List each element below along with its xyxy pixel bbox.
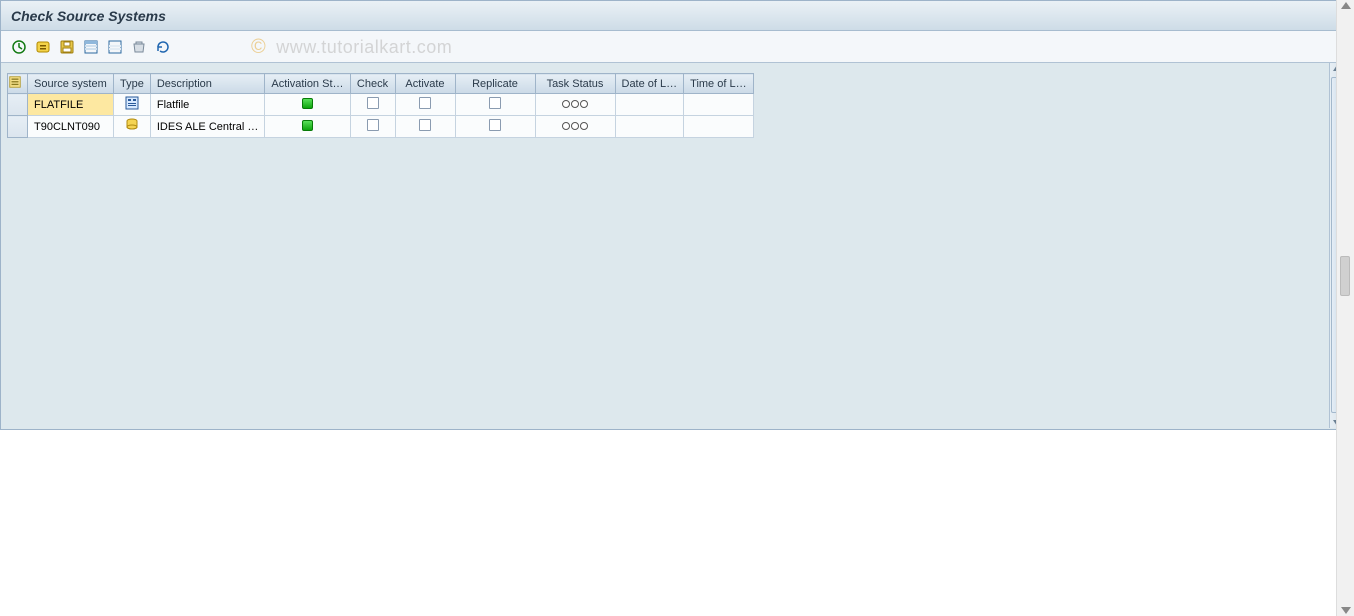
traffic-light-icon	[562, 122, 588, 130]
log-button[interactable]	[153, 37, 173, 57]
cell-replicate[interactable]	[455, 94, 535, 116]
table-row[interactable]: FLATFILE Flatfile	[8, 94, 754, 116]
checkbox-icon[interactable]	[489, 119, 501, 131]
clock-execute-icon	[11, 39, 27, 55]
copyright-symbol: ©	[251, 36, 266, 59]
col-check[interactable]: Check	[350, 74, 395, 94]
cell-activation-status	[265, 94, 350, 116]
col-date[interactable]: Date of L…	[615, 74, 684, 94]
scroll-up-outer-icon	[1341, 2, 1351, 9]
select-all-button[interactable]	[81, 37, 101, 57]
table-row[interactable]: T90CLNT090 IDES ALE Central …	[8, 116, 754, 138]
cell-activate[interactable]	[395, 116, 455, 138]
watermark: © www.tutorialkart.com	[251, 31, 452, 63]
recycle-log-icon	[155, 39, 171, 55]
variant-icon	[35, 39, 51, 55]
checkbox-icon[interactable]	[367, 119, 379, 131]
col-type[interactable]: Type	[114, 74, 151, 94]
cell-task-status	[535, 116, 615, 138]
status-green-icon	[302, 98, 313, 109]
cell-check[interactable]	[350, 116, 395, 138]
cell-date	[615, 94, 684, 116]
checkbox-icon[interactable]	[419, 97, 431, 109]
cell-description: Flatfile	[150, 94, 265, 116]
checkbox-icon[interactable]	[367, 97, 379, 109]
content-area: Source system Type Description Activatio…	[1, 63, 1344, 429]
source-systems-grid[interactable]: Source system Type Description Activatio…	[7, 73, 754, 138]
select-column-icon	[8, 75, 22, 89]
checkbox-icon[interactable]	[419, 119, 431, 131]
col-source-system[interactable]: Source system	[28, 74, 114, 94]
col-activation-status[interactable]: Activation St…	[265, 74, 350, 94]
title-bar: Check Source Systems	[1, 1, 1344, 31]
cell-type	[114, 116, 151, 138]
cell-check[interactable]	[350, 94, 395, 116]
cell-activation-status	[265, 116, 350, 138]
row-selector[interactable]	[8, 116, 28, 138]
app-frame: Check Source Systems	[0, 0, 1345, 430]
cell-description: IDES ALE Central …	[150, 116, 265, 138]
scroll-thumb-outer[interactable]	[1340, 256, 1350, 296]
cell-source-system[interactable]: FLATFILE	[28, 94, 114, 116]
deselect-all-button[interactable]	[105, 37, 125, 57]
scroll-down-outer-icon	[1341, 607, 1351, 614]
corner-select-all[interactable]	[8, 74, 28, 94]
cell-date	[615, 116, 684, 138]
col-task-status[interactable]: Task Status	[535, 74, 615, 94]
cell-task-status	[535, 94, 615, 116]
variant-button[interactable]	[33, 37, 53, 57]
cell-activate[interactable]	[395, 94, 455, 116]
cell-time	[684, 116, 753, 138]
watermark-text: www.tutorialkart.com	[276, 37, 452, 58]
save-button[interactable]	[57, 37, 77, 57]
cell-replicate[interactable]	[455, 116, 535, 138]
traffic-light-icon	[562, 100, 588, 108]
row-selector[interactable]	[8, 94, 28, 116]
cell-source-system[interactable]: T90CLNT090	[28, 116, 114, 138]
type-icon	[124, 102, 140, 114]
cell-time	[684, 94, 753, 116]
refresh-trash-icon	[131, 39, 147, 55]
toolbar: © www.tutorialkart.com	[1, 31, 1344, 63]
col-activate[interactable]: Activate	[395, 74, 455, 94]
select-all-icon	[83, 39, 99, 55]
execute-button[interactable]	[9, 37, 29, 57]
cell-type	[114, 94, 151, 116]
status-green-icon	[302, 120, 313, 131]
checkbox-icon[interactable]	[489, 97, 501, 109]
col-replicate[interactable]: Replicate	[455, 74, 535, 94]
type-icon	[124, 124, 140, 136]
vertical-scrollbar-outer[interactable]	[1336, 0, 1354, 616]
col-time[interactable]: Time of L…	[684, 74, 753, 94]
page-title: Check Source Systems	[11, 8, 166, 24]
deselect-all-icon	[107, 39, 123, 55]
col-description[interactable]: Description	[150, 74, 265, 94]
refresh-button[interactable]	[129, 37, 149, 57]
disk-save-icon	[59, 39, 75, 55]
